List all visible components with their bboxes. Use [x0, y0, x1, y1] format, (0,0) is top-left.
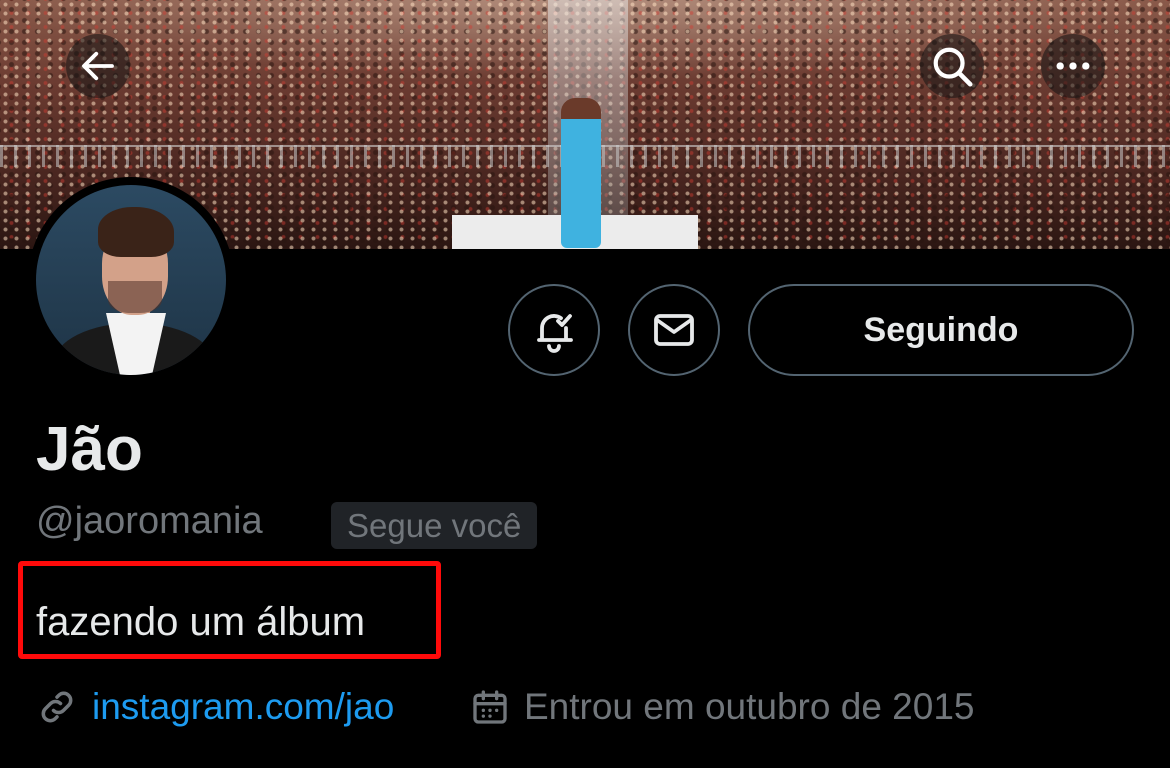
banner-performer	[561, 98, 601, 248]
notifications-button[interactable]	[508, 284, 600, 376]
back-button[interactable]	[66, 34, 130, 98]
mail-icon	[654, 314, 694, 346]
search-icon	[933, 47, 973, 87]
avatar[interactable]	[28, 177, 234, 383]
following-button[interactable]: Seguindo	[748, 284, 1134, 376]
joined-date-text: Entrou em outubro de 2015	[524, 686, 975, 727]
arrow-left-icon	[82, 51, 114, 81]
calendar-icon	[473, 690, 507, 724]
message-button[interactable]	[628, 284, 720, 376]
joined-date: Entrou em outubro de 2015	[470, 682, 975, 732]
link-icon	[41, 691, 73, 723]
bio-text: fazendo um álbum	[36, 600, 366, 644]
profile-link[interactable]: instagram.com/jao	[36, 682, 394, 732]
avatar-photo	[36, 185, 226, 375]
profile-link-text[interactable]: instagram.com/jao	[92, 686, 394, 728]
more-horizontal-icon	[1056, 62, 1090, 70]
more-button[interactable]	[1041, 34, 1105, 98]
search-button[interactable]	[920, 34, 984, 98]
handle: @jaoromania	[36, 500, 263, 542]
display-name: Jão	[36, 415, 143, 484]
bell-check-icon	[537, 314, 573, 353]
follows-you-badge: Segue você	[331, 502, 538, 549]
